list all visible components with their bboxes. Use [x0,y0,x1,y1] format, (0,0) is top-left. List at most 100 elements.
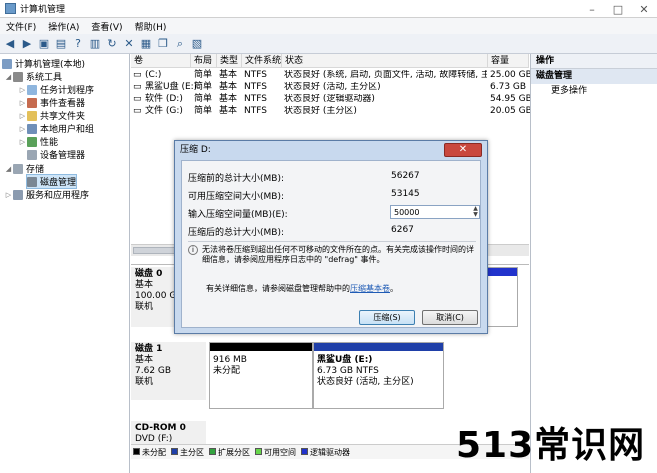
actions-header: 操作 [531,54,657,69]
tree-item-shared-folders[interactable]: ▷ 共享文件夹 [18,109,85,122]
actions-section-disk-management[interactable]: 磁盘管理 [531,69,657,84]
cancel-button[interactable]: 取消(C) [422,310,478,325]
forward-icon[interactable]: ▶ [20,37,34,51]
copy-icon[interactable]: ❐ [156,37,170,51]
legend-extended: 扩展分区 [209,447,250,458]
tools-icon [13,71,23,82]
back-icon[interactable]: ◀ [3,37,17,51]
actions-pane: 操作 磁盘管理 更多操作 [530,54,657,473]
minimize-button[interactable]: – [579,0,605,18]
expand-icon[interactable]: ▷ [18,99,27,107]
column-header-layout[interactable]: 布局 [191,54,217,68]
computer-management-icon [5,3,16,14]
dialog-close-button[interactable]: ✕ [444,143,482,157]
column-header-volume[interactable]: 卷 [131,54,191,68]
shrink-dialog: 压缩 D: ✕ 压缩前的总计大小(MB): 56267 可用压缩空间大小(MB)… [174,140,488,334]
expand-icon[interactable]: ▷ [18,138,27,146]
delete-icon[interactable]: ✕ [122,37,136,51]
primary-partition-bar [314,343,443,351]
window-title: 计算机管理 [20,5,66,15]
drive-icon: ▭ [133,70,142,80]
disk-1-partition-e[interactable]: 黑鲨U盘 (E:) 6.73 GB NTFS 状态良好 (活动, 主分区) [313,342,444,409]
column-header-status[interactable]: 状态 [282,54,488,68]
maximize-button[interactable]: □ [605,0,631,18]
available-space-row: 可用压缩空间大小(MB): 53145 [188,189,420,202]
menu-help[interactable]: 帮助(H) [129,20,173,33]
tree-storage[interactable]: ◢ 存储 [4,162,44,175]
drive-icon: ▭ [133,94,142,104]
shared-folder-icon [27,110,37,121]
info-icon: i [188,245,198,255]
collapse-icon[interactable]: ◢ [4,165,13,173]
info-message: i 无法将卷压缩到超出任何不可移动的文件所在的点。有关完成该操作时间的详细信息，… [188,245,478,265]
open-icon[interactable]: ▦ [139,37,153,51]
table-row[interactable]: ▭ 文件 (G:) 简单 基本 NTFS 状态良好 (主分区) 20.05 GB [131,106,532,117]
help-icon[interactable]: ? [71,37,85,51]
dialog-body: 压缩前的总计大小(MB): 56267 可用压缩空间大小(MB): 53145 … [181,160,481,328]
computer-icon [2,58,12,69]
expand-icon[interactable]: ▷ [4,191,13,199]
column-header-capacity[interactable]: 容量 [488,54,529,68]
toolbar: ◀ ▶ ▣ ▤ ? ▥ ↻ ✕ ▦ ❐ ⌕ ▧ [0,34,657,54]
spin-arrows-icon[interactable]: ▲ ▼ [471,206,480,218]
collapse-icon[interactable]: ◢ [4,73,13,81]
help-link[interactable]: 压缩基本卷 [350,284,390,293]
title-bar: 计算机管理 – □ ✕ [0,0,657,18]
tree-item-local-users[interactable]: ▷ 本地用户和组 [18,122,94,135]
tree-services[interactable]: ▷ 服务和应用程序 [4,188,89,201]
storage-icon [13,163,23,174]
task-scheduler-icon [27,84,37,95]
tree-item-task-scheduler[interactable]: ▷ 任务计划程序 [18,83,94,96]
performance-icon [27,136,37,147]
menu-bar: 文件(F) 操作(A) 查看(V) 帮助(H) [0,18,657,34]
users-icon [27,123,37,134]
shrink-amount-row: 输入压缩空间量(MB)(E): ▲▼ [188,205,480,220]
table-row[interactable]: ▭ 黑鲨U盘 (E:) 简单 基本 NTFS 状态良好 (活动, 主分区) 6.… [131,82,529,93]
expand-icon[interactable]: ▷ [18,125,27,133]
properties-icon[interactable]: ▥ [88,37,102,51]
watermark-text: 513常识网 [456,425,646,466]
column-header-type[interactable]: 类型 [217,54,242,68]
refresh-icon[interactable]: ↻ [105,37,119,51]
disk-1-unallocated[interactable]: 916 MB 未分配 [209,342,313,409]
drive-icon: ▭ [133,106,142,116]
close-button[interactable]: ✕ [631,0,657,18]
legend-primary: 主分区 [171,447,204,458]
legend-logical: 逻辑驱动器 [301,447,350,458]
disk-1-label[interactable]: 磁盘 1 基本 7.62 GB 联机 [131,342,206,400]
menu-view[interactable]: 查看(V) [85,20,128,33]
menu-action[interactable]: 操作(A) [42,20,85,33]
tree-item-device-manager[interactable]: 设备管理器 [27,148,85,161]
show-tree-icon[interactable]: ▤ [54,37,68,51]
search-icon[interactable]: ⌕ [173,37,187,51]
help-text: 有关详细信息，请参阅磁盘管理帮助中的压缩基本卷。 [206,284,398,293]
expand-icon[interactable]: ▷ [18,86,27,94]
up-folder-icon[interactable]: ▣ [37,37,51,51]
logical-drive-bar [484,268,517,276]
tree-item-performance[interactable]: ▷ 性能 [18,135,58,148]
drive-icon: ▭ [133,82,142,92]
table-row[interactable]: ▭ (C:) 简单 基本 NTFS 状态良好 (系统, 启动, 页面文件, 活动… [131,70,532,81]
tree-system-tools[interactable]: ◢ 系统工具 [4,70,62,83]
dialog-title: 压缩 D: [180,145,211,155]
more-actions-link[interactable]: 更多操作 [531,84,657,98]
tree-item-event-viewer[interactable]: ▷ 事件查看器 [18,96,85,109]
shrink-button[interactable]: 压缩(S) [359,310,415,325]
total-after-row: 压缩后的总计大小(MB): 6267 [188,225,414,238]
disk-icon [27,176,37,187]
shrink-amount-stepper[interactable] [390,205,480,219]
cdrom-label[interactable]: CD-ROM 0 DVD (F:) [131,421,206,445]
expand-icon[interactable]: ▷ [18,112,27,120]
column-header-filesystem[interactable]: 文件系统 [242,54,282,68]
menu-file[interactable]: 文件(F) [0,20,42,33]
tree-root[interactable]: 计算机管理(本地) [2,57,85,70]
services-icon [13,189,23,200]
table-row[interactable]: ▭ 软件 (D:) 简单 基本 NTFS 状态良好 (逻辑驱动器) 54.95 … [131,94,532,105]
tree-disk-management[interactable]: 磁盘管理 [25,174,78,189]
view-icon[interactable]: ▧ [190,37,204,51]
device-manager-icon [27,149,37,160]
unallocated-bar [210,343,312,351]
legend-free: 可用空间 [255,447,296,458]
disk-0-partition[interactable] [483,267,518,327]
divider [188,241,476,242]
